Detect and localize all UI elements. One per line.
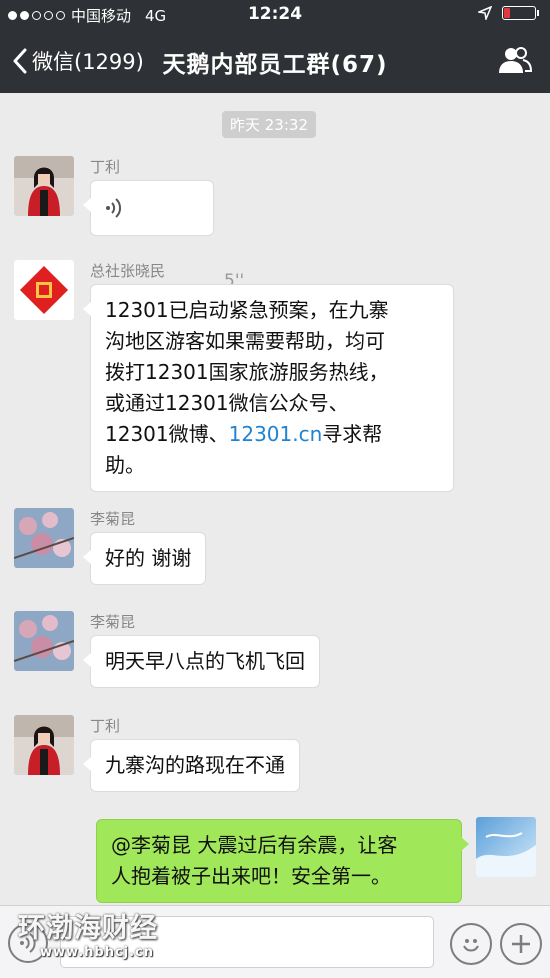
- message-line: @李菊昆 大震过后有余震，让客: [111, 833, 398, 857]
- group-members-button[interactable]: [498, 46, 533, 78]
- emoji-button[interactable]: [450, 923, 492, 965]
- message-line: 或通过12301微信公众号、: [105, 391, 349, 415]
- avatar[interactable]: [14, 508, 74, 568]
- avatar[interactable]: [14, 260, 74, 320]
- text-message-bubble[interactable]: 12301已启动紧急预案，在九寨 沟地区游客如果需要帮助，均可 拨打12301国…: [83, 284, 454, 492]
- status-bar: 中国移动 4G 12:24: [0, 0, 550, 28]
- battery-icon: [502, 6, 539, 20]
- message-text: 寻求帮: [322, 422, 383, 446]
- message-line: 12301已启动紧急预案，在九寨: [105, 298, 389, 322]
- message-line: 助。: [105, 453, 145, 477]
- location-arrow-icon: [478, 6, 492, 20]
- watermark-url: www.hbhcj.cn: [40, 945, 155, 960]
- self-avatar[interactable]: [476, 817, 536, 877]
- message-line: 沟地区游客如果需要帮助，均可: [105, 329, 385, 353]
- sender-name: 李菊昆: [90, 613, 136, 631]
- text-message-bubble[interactable]: 好的 谢谢: [82, 532, 207, 585]
- group-members-icon: [499, 47, 533, 73]
- message-line: 拨打12301国家旅游服务热线，: [105, 360, 389, 384]
- message-text: 明天早八点的飞机飞回: [105, 649, 305, 673]
- chat-title: 天鹅内部员工群(67): [162, 52, 388, 78]
- sender-name: 丁利: [90, 158, 121, 176]
- message-line: 人抱着被子出来吧！安全第一。: [111, 864, 391, 888]
- status-time: 12:24: [247, 4, 303, 24]
- message-text: 好的 谢谢: [105, 546, 192, 570]
- message-text: 12301微博、: [105, 422, 229, 446]
- sender-name: 李菊昆: [90, 510, 136, 528]
- smiley-icon: [463, 939, 479, 952]
- watermark-title: 环渤海财经: [18, 913, 158, 944]
- avatar[interactable]: [14, 715, 74, 775]
- text-message-bubble[interactable]: 九寨沟的路现在不通: [83, 739, 300, 792]
- avatar[interactable]: [14, 611, 74, 671]
- nav-bar: 微信(1299) 天鹅内部员工群(67): [0, 28, 550, 93]
- chat-timestamp: 昨天 23:32: [222, 111, 316, 138]
- sender-name: 丁利: [90, 717, 121, 735]
- message-text: 九寨沟的路现在不通: [105, 753, 285, 777]
- text-message-bubble[interactable]: 明天早八点的飞机飞回: [83, 635, 320, 688]
- self-message-bubble[interactable]: @李菊昆 大震过后有余震，让客 人抱着被子出来吧！安全第一。: [96, 819, 469, 903]
- more-options-button[interactable]: [500, 923, 542, 965]
- message-link[interactable]: 12301.cn: [229, 422, 323, 446]
- chat-area[interactable]: 昨天 23:32 丁利 5'' 总社张晓民 12301已启动紧急预案，在九寨 沟…: [0, 93, 550, 905]
- voice-wave-icon: [106, 198, 122, 218]
- voice-message-bubble[interactable]: [83, 180, 214, 236]
- avatar[interactable]: [14, 156, 74, 216]
- plus-icon: [512, 935, 530, 953]
- sender-name: 总社张晓民: [90, 262, 166, 280]
